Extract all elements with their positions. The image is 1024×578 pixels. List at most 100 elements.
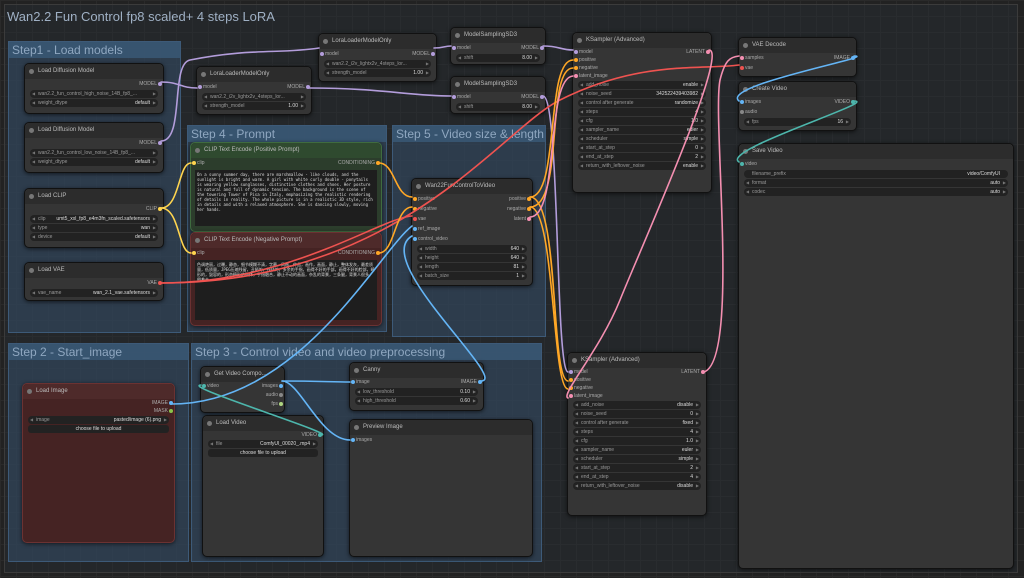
collapse-dot-icon[interactable] [207, 421, 212, 426]
high-threshold-number[interactable]: ◀ high_threshold 0.60 ▶ [355, 397, 478, 405]
arrow-right-icon[interactable]: ▶ [696, 437, 699, 445]
output-model-socket[interactable] [158, 82, 162, 86]
input-latent-image-socket[interactable] [574, 74, 578, 78]
arrow-left-icon[interactable]: ◀ [580, 99, 583, 107]
arrow-left-icon[interactable]: ◀ [580, 162, 583, 170]
wan22-fun-control-to-video-node[interactable]: Wan22FunControlToVideo positive positive … [411, 178, 533, 286]
collapse-dot-icon[interactable] [455, 33, 460, 38]
height-number[interactable]: ◀ height 640 ▶ [417, 254, 527, 262]
length-number[interactable]: ◀ length 81 ▶ [417, 263, 527, 271]
arrow-right-icon[interactable]: ▶ [701, 117, 704, 125]
input-clip-socket[interactable] [192, 251, 196, 255]
batch-size-number[interactable]: ◀ batch_size 1 ▶ [417, 272, 527, 280]
arrow-left-icon[interactable]: ◀ [357, 388, 360, 396]
arrow-left-icon[interactable]: ◀ [419, 254, 422, 262]
lora-loader-low-node[interactable]: LoraLoaderModelOnly model MODEL ◀ wan2.2_i… [318, 33, 437, 82]
collapse-dot-icon[interactable] [743, 149, 748, 154]
create-video-node[interactable]: Create Video images VIDEO audio ◀ fps 16 ▶ [738, 81, 857, 131]
arrow-right-icon[interactable]: ▶ [301, 93, 304, 101]
positive-prompt-textarea[interactable]: On a sunny summer day, there are marshma… [195, 170, 377, 226]
input-model-socket[interactable] [198, 85, 202, 89]
arrow-right-icon[interactable]: ▶ [696, 410, 699, 418]
ksampler-low-return-with-leftover-noise-widget[interactable]: ◀ return_with_leftover_noise disable ▶ [573, 482, 701, 490]
file-combo[interactable]: ◀ file ComfyUI_00020_.mp4 ▶ [208, 440, 318, 448]
codec-combo[interactable]: ◀ codec auto ▶ [744, 188, 1008, 196]
collapse-dot-icon[interactable] [205, 372, 210, 377]
arrow-left-icon[interactable]: ◀ [746, 188, 749, 196]
arrow-left-icon[interactable]: ◀ [30, 416, 33, 424]
arrow-left-icon[interactable]: ◀ [575, 419, 578, 427]
collapse-dot-icon[interactable] [743, 43, 748, 48]
output-model-socket[interactable] [431, 52, 435, 56]
arrow-right-icon[interactable]: ▶ [1003, 179, 1006, 187]
output-model-socket[interactable] [540, 46, 544, 50]
output-fps-socket[interactable] [279, 402, 283, 406]
output-latent-socket[interactable] [706, 50, 710, 54]
arrow-right-icon[interactable]: ▶ [522, 263, 525, 271]
weight-dtype-combo[interactable]: ◀ weight_dtype default ▶ [30, 158, 158, 166]
output-conditioning-socket[interactable] [376, 161, 380, 165]
arrow-right-icon[interactable]: ▶ [473, 397, 476, 405]
arrow-right-icon[interactable]: ▶ [153, 215, 156, 223]
ksampler-high-start-at-step-widget[interactable]: ◀ start_at_step 0 ▶ [578, 144, 706, 152]
arrow-right-icon[interactable]: ▶ [696, 446, 699, 454]
output-conditioning-socket[interactable] [376, 251, 380, 255]
model-sampling-sd3-lower-node[interactable]: ModelSamplingSD3 model MODEL ◀ shift 8.00 ▶ [450, 76, 546, 114]
clip-text-encode-positive-node[interactable]: CLIP Text Encode (Positive Prompt) clip C… [190, 142, 382, 232]
ksampler-low-sampler-name-widget[interactable]: ◀ sampler_name euler ▶ [573, 446, 701, 454]
load-diffusion-model-high-node[interactable]: Load Diffusion Model MODEL ◀ wan2.2_fun_c… [24, 63, 164, 114]
input-negative-socket[interactable] [413, 207, 417, 211]
input-images-socket[interactable] [740, 100, 744, 104]
arrow-right-icon[interactable]: ▶ [153, 289, 156, 297]
clip-type-combo[interactable]: ◀ type wan ▶ [30, 224, 158, 232]
ksampler-low-cfg-widget[interactable]: ◀ cfg 1.0 ▶ [573, 437, 701, 445]
arrow-left-icon[interactable]: ◀ [575, 455, 578, 463]
arrow-left-icon[interactable]: ◀ [32, 158, 35, 166]
collapse-dot-icon[interactable] [354, 368, 359, 373]
input-images-socket[interactable] [351, 438, 355, 442]
arrow-right-icon[interactable]: ▶ [535, 54, 538, 62]
preview-image-node[interactable]: Preview Image images [349, 419, 533, 557]
collapse-dot-icon[interactable] [416, 184, 421, 189]
arrow-left-icon[interactable]: ◀ [580, 153, 583, 161]
format-combo[interactable]: ◀ format auto ▶ [744, 179, 1008, 187]
shift-number[interactable]: ◀ shift 8.00 ▶ [456, 103, 540, 111]
input-model-socket[interactable] [574, 50, 578, 54]
save-video-node[interactable]: Save Video video filename_prefix video/Co… [738, 143, 1014, 569]
output-image-socket[interactable] [851, 56, 855, 60]
ksampler-high-add-noise-widget[interactable]: ◀ add_noise enable ▶ [578, 81, 706, 89]
output-image-socket[interactable] [478, 380, 482, 384]
arrow-left-icon[interactable]: ◀ [458, 54, 461, 62]
ksampler-high-noise-seed-widget[interactable]: ◀ noise_seed 342522439403982 ▶ [578, 90, 706, 98]
input-audio-socket[interactable] [740, 110, 744, 114]
ksampler-low-scheduler-widget[interactable]: ◀ scheduler simple ▶ [573, 455, 701, 463]
arrow-left-icon[interactable]: ◀ [32, 224, 35, 232]
unet-name-combo[interactable]: ◀ wan2.2_fun_control_low_noise_14B_fp8_..… [30, 149, 158, 157]
strength-model-number[interactable]: ◀ strength_model 1.00 ▶ [202, 102, 306, 110]
arrow-left-icon[interactable]: ◀ [32, 99, 35, 107]
ksampler-low-control-after-generate-widget[interactable]: ◀ control after generate fixed ▶ [573, 419, 701, 427]
output-video-socket[interactable] [851, 100, 855, 104]
arrow-right-icon[interactable]: ▶ [522, 272, 525, 280]
ksampler-low-add-noise-widget[interactable]: ◀ add_noise disable ▶ [573, 401, 701, 409]
ksampler-high-return-with-leftover-noise-widget[interactable]: ◀ return_with_leftover_noise enable ▶ [578, 162, 706, 170]
clip-device-combo[interactable]: ◀ device default ▶ [30, 233, 158, 241]
input-latent-image-socket[interactable] [569, 394, 573, 398]
output-positive-socket[interactable] [527, 197, 531, 201]
arrow-left-icon[interactable]: ◀ [419, 245, 422, 253]
arrow-left-icon[interactable]: ◀ [575, 473, 578, 481]
collapse-dot-icon[interactable] [195, 238, 200, 243]
input-control-video-socket[interactable] [413, 237, 417, 241]
arrow-right-icon[interactable]: ▶ [696, 428, 699, 436]
strength-model-number[interactable]: ◀ strength_model 1.00 ▶ [324, 69, 431, 77]
arrow-left-icon[interactable]: ◀ [32, 233, 35, 241]
get-video-components-node[interactable]: Get Video Compo... video images audio fps [200, 366, 285, 413]
arrow-left-icon[interactable]: ◀ [32, 289, 35, 297]
ksampler-low-steps-widget[interactable]: ◀ steps 4 ▶ [573, 428, 701, 436]
arrow-right-icon[interactable]: ▶ [522, 254, 525, 262]
output-images-socket[interactable] [279, 384, 283, 388]
clip-name-combo[interactable]: ◀ clip umt5_xxl_fp8_e4m3fn_scaled.safetens… [30, 215, 158, 223]
canny-node[interactable]: Canny image IMAGE ◀ low_threshold 0.10 ▶ ◀ hi… [349, 362, 484, 411]
arrow-right-icon[interactable]: ▶ [426, 60, 429, 68]
arrow-right-icon[interactable]: ▶ [701, 162, 704, 170]
